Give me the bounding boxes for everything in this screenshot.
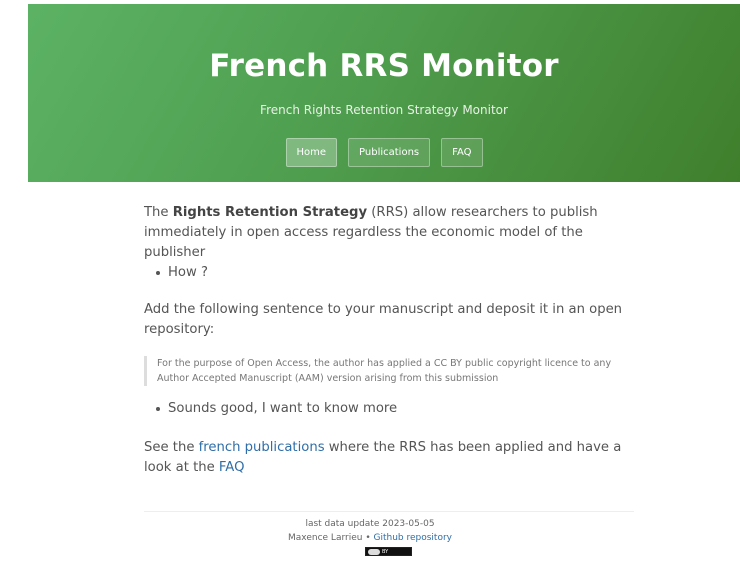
- bullet-dot-icon: [156, 407, 160, 411]
- bullet-dot-icon: [156, 271, 160, 275]
- author-name: Maxence Larrieu: [288, 533, 363, 543]
- see-also-text-pre: See the: [144, 440, 199, 455]
- list-item-label: Sounds good, I want to know more: [168, 401, 398, 416]
- rrs-sentence-blockquote: For the purpose of Open Access, the auth…: [144, 356, 634, 386]
- list-item-know-more[interactable]: Sounds good, I want to know more: [156, 399, 397, 419]
- footer-separator: •: [362, 533, 374, 543]
- nav-faq-button[interactable]: FAQ: [441, 138, 483, 167]
- creative-commons-icon: [368, 548, 380, 555]
- french-publications-link[interactable]: french publications: [199, 440, 325, 455]
- nav-publications-button[interactable]: Publications: [348, 138, 431, 167]
- instruction-paragraph: Add the following sentence to your manus…: [144, 302, 623, 337]
- intro-text-before: The: [144, 205, 173, 220]
- page-title: French RRS Monitor: [209, 48, 559, 84]
- main-nav: Home Publications FAQ: [28, 138, 740, 167]
- page-subtitle: French Rights Retention Strategy Monitor: [260, 103, 508, 117]
- list-item-label: How ?: [168, 265, 208, 280]
- footer-credits: Maxence Larrieu • Github repository: [0, 533, 740, 543]
- list-item-how[interactable]: How ?: [156, 263, 208, 283]
- see-also-paragraph: See the french publications where the RR…: [144, 438, 634, 478]
- intro-paragraph: The Rights Retention Strategy (RRS) allo…: [144, 203, 634, 263]
- rrs-bold-term: Rights Retention Strategy: [172, 205, 368, 220]
- github-repository-link[interactable]: Github repository: [373, 533, 452, 543]
- faq-link[interactable]: FAQ: [219, 460, 245, 475]
- hero-banner: French RRS Monitor French Rights Retenti…: [28, 4, 740, 182]
- last-update-text: last data update 2023-05-05: [305, 519, 435, 529]
- footer-divider: [144, 511, 634, 512]
- cc-by-license-badge[interactable]: BY: [365, 547, 412, 556]
- license-badge-label: BY: [382, 548, 389, 555]
- nav-home-button[interactable]: Home: [285, 138, 338, 167]
